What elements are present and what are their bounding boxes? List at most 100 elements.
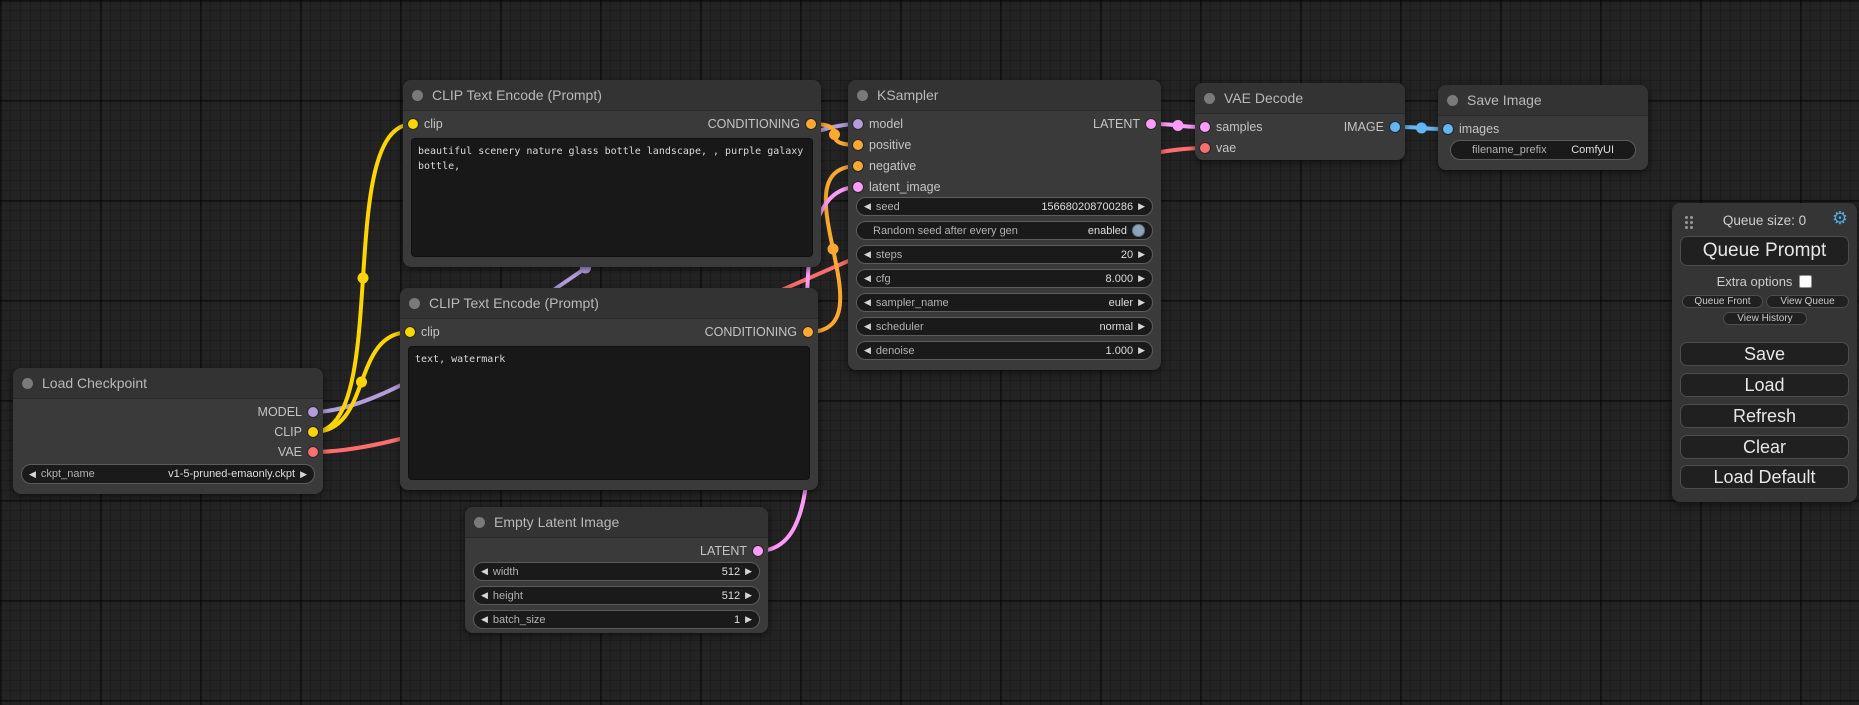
node-title-bar[interactable]: KSampler [848,80,1161,111]
collapse-dot-icon[interactable] [22,378,33,389]
node-load-checkpoint[interactable]: Load Checkpoint MODEL CLIP VAE ◀ ckpt_na… [13,368,323,494]
decrement-arrow-icon[interactable]: ◀ [864,250,871,259]
link-midpoint-dot[interactable] [828,244,839,255]
collapse-dot-icon[interactable] [412,90,423,101]
widget-random-seed-toggle[interactable]: Random seed after every gen enabled [856,221,1153,240]
widget-filename-prefix[interactable]: filename_prefix ComfyUI [1450,140,1636,160]
node-title-bar[interactable]: Empty Latent Image [465,507,768,538]
gear-icon[interactable]: ⚙ [1832,209,1848,227]
input-label: positive [869,135,911,155]
input-port-images[interactable] [1443,124,1453,134]
node-title-bar[interactable]: Load Checkpoint [13,368,323,399]
collapse-dot-icon[interactable] [857,90,868,101]
clear-button[interactable]: Clear [1680,435,1849,459]
input-port-negative[interactable] [853,161,863,171]
node-title: CLIP Text Encode (Prompt) [429,288,599,318]
widget-height[interactable]: ◀ height 512 ▶ [473,586,760,605]
node-title: Load Checkpoint [42,368,147,398]
widget-value: 20 [1121,249,1133,261]
link-midpoint-dot[interactable] [356,377,367,388]
node-clip-text-encode-negative[interactable]: CLIP Text Encode (Prompt) clip CONDITION… [400,288,818,490]
view-queue-button[interactable]: View Queue [1766,295,1849,308]
load-button[interactable]: Load [1680,373,1849,397]
output-port-vae[interactable] [308,447,318,457]
node-empty-latent-image[interactable]: Empty Latent Image LATENT ◀ width 512 ▶ … [465,507,768,633]
save-button[interactable]: Save [1680,342,1849,366]
refresh-button[interactable]: Refresh [1680,404,1849,428]
decrement-arrow-icon[interactable]: ◀ [481,615,488,624]
decrement-arrow-icon[interactable]: ◀ [864,322,871,331]
decrement-arrow-icon[interactable]: ◀ [864,202,871,211]
node-title-bar[interactable]: CLIP Text Encode (Prompt) [403,80,821,111]
comfyui-canvas[interactable]: Load Checkpoint MODEL CLIP VAE ◀ ckpt_na… [0,0,1859,705]
output-port-latent[interactable] [1146,119,1156,129]
output-label: IMAGE [1344,117,1384,137]
input-port-latent-image[interactable] [853,182,863,192]
increment-arrow-icon[interactable]: ▶ [745,591,752,600]
widget-scheduler[interactable]: ◀ scheduler normal ▶ [856,317,1153,336]
increment-arrow-icon[interactable]: ▶ [1138,202,1145,211]
decrement-arrow-icon[interactable]: ◀ [864,274,871,283]
node-save-image[interactable]: Save Image images filename_prefix ComfyU… [1438,85,1648,170]
output-port-conditioning[interactable] [806,119,816,129]
extra-options-checkbox[interactable] [1799,275,1812,288]
output-port-image[interactable] [1390,122,1400,132]
node-ksampler[interactable]: KSampler model LATENT positive negative … [848,80,1161,370]
widget-seed[interactable]: ◀ seed 156680208700286 ▶ [856,197,1153,216]
link-midpoint-dot[interactable] [1173,120,1184,131]
increment-arrow-icon[interactable]: ▶ [1138,274,1145,283]
widget-width[interactable]: ◀ width 512 ▶ [473,562,760,581]
input-port-clip[interactable] [408,119,418,129]
increment-arrow-icon[interactable]: ▶ [1138,322,1145,331]
collapse-dot-icon[interactable] [474,517,485,528]
widget-sampler-name[interactable]: ◀ sampler_name euler ▶ [856,293,1153,312]
input-port-positive[interactable] [853,140,863,150]
node-title: Save Image [1467,85,1542,115]
node-title-bar[interactable]: VAE Decode [1195,83,1405,114]
increment-arrow-icon[interactable]: ▶ [1138,346,1145,355]
widget-denoise[interactable]: ◀ denoise 1.000 ▶ [856,341,1153,360]
increment-arrow-icon[interactable]: ▶ [1138,298,1145,307]
widget-cfg[interactable]: ◀ cfg 8.000 ▶ [856,269,1153,288]
input-port-model[interactable] [853,119,863,129]
collapse-dot-icon[interactable] [1204,93,1215,104]
input-port-vae[interactable] [1200,143,1210,153]
output-port-model[interactable] [308,407,318,417]
collapse-dot-icon[interactable] [409,298,420,309]
output-port-latent[interactable] [753,546,763,556]
view-history-button[interactable]: View History [1723,312,1807,325]
decrement-arrow-icon[interactable]: ◀ [864,298,871,307]
increment-arrow-icon[interactable]: ▶ [745,567,752,576]
output-port-clip[interactable] [308,427,318,437]
increment-arrow-icon[interactable]: ▶ [1138,250,1145,259]
collapse-dot-icon[interactable] [1447,95,1458,106]
node-vae-decode[interactable]: VAE Decode samples IMAGE vae [1195,83,1405,160]
queue-front-button[interactable]: Queue Front [1682,295,1763,308]
prompt-textarea[interactable]: beautiful scenery nature glass bottle la… [411,138,813,257]
node-clip-text-encode-positive[interactable]: CLIP Text Encode (Prompt) clip CONDITION… [403,80,821,267]
decrement-arrow-icon[interactable]: ◀ [29,470,36,479]
port-row-samples: samples IMAGE [1195,117,1405,137]
output-port-conditioning[interactable] [803,327,813,337]
node-title-bar[interactable]: Save Image [1438,85,1648,116]
prompt-textarea[interactable]: text, watermark [408,346,810,480]
increment-arrow-icon[interactable]: ▶ [300,470,307,479]
input-port-clip[interactable] [405,327,415,337]
decrement-arrow-icon[interactable]: ◀ [864,346,871,355]
widget-steps[interactable]: ◀ steps 20 ▶ [856,245,1153,264]
widget-ckpt-name[interactable]: ◀ ckpt_name v1-5-pruned-emaonly.ckpt ▶ [21,464,315,484]
toggle-dot-icon[interactable] [1132,224,1145,237]
link-midpoint-dot[interactable] [1416,123,1427,134]
load-default-button[interactable]: Load Default [1680,465,1849,489]
output-label: MODEL [258,402,302,422]
link-midpoint-dot[interactable] [829,129,840,140]
decrement-arrow-icon[interactable]: ◀ [481,591,488,600]
queue-prompt-button[interactable]: Queue Prompt [1680,236,1849,266]
decrement-arrow-icon[interactable]: ◀ [481,567,488,576]
increment-arrow-icon[interactable]: ▶ [745,615,752,624]
widget-batch-size[interactable]: ◀ batch_size 1 ▶ [473,610,760,629]
queue-size-label: Queue size: 0 [1672,213,1857,228]
node-title-bar[interactable]: CLIP Text Encode (Prompt) [400,288,818,319]
link-midpoint-dot[interactable] [358,273,369,284]
input-port-samples[interactable] [1200,122,1210,132]
